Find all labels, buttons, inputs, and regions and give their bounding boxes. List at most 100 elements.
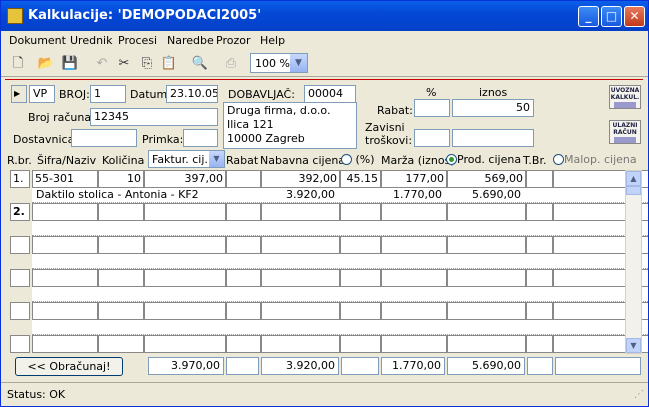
paste-icon[interactable]: 📋 bbox=[160, 55, 178, 73]
tbr-cell[interactable] bbox=[526, 302, 553, 320]
rabat-iznos-field[interactable]: 50 bbox=[452, 99, 534, 117]
rabat-cell[interactable] bbox=[226, 302, 261, 320]
rabat-cell[interactable] bbox=[226, 170, 261, 188]
faktur-cell[interactable]: 397,00 bbox=[144, 170, 226, 188]
nabavna-cell[interactable] bbox=[261, 302, 340, 320]
close-button[interactable]: ✕ bbox=[624, 6, 645, 27]
rabat-cell[interactable] bbox=[226, 203, 261, 221]
obracunaj-button[interactable]: << Obračunaj! bbox=[15, 357, 123, 376]
rabat-cell[interactable] bbox=[226, 269, 261, 287]
open-folder-icon[interactable]: 📂 bbox=[37, 55, 55, 73]
marza-percent-cell[interactable] bbox=[340, 236, 381, 254]
nabavna-cell[interactable]: 392,00 bbox=[261, 170, 340, 188]
prod-cell[interactable]: 569,00 bbox=[447, 170, 526, 188]
faktur-cell[interactable] bbox=[144, 236, 226, 254]
kolicina-cell[interactable] bbox=[98, 302, 144, 320]
sifra-cell[interactable] bbox=[32, 302, 98, 320]
faktur-cell[interactable] bbox=[144, 335, 226, 353]
chevron-down-icon[interactable]: ▼ bbox=[290, 54, 307, 72]
rabat-cell[interactable] bbox=[226, 236, 261, 254]
marza-percent-cell[interactable] bbox=[340, 335, 381, 353]
menu-help[interactable]: Help bbox=[260, 34, 285, 47]
kolicina-cell[interactable] bbox=[98, 203, 144, 221]
marza-iznos-cell[interactable] bbox=[381, 269, 447, 287]
faktur-cell[interactable] bbox=[144, 269, 226, 287]
menu-prozor[interactable]: Prozor bbox=[216, 34, 250, 47]
uvozna-kalkulacija-button[interactable]: UVOZNA KALKUL. bbox=[609, 85, 641, 109]
marza-percent-radio[interactable]: (%) bbox=[341, 153, 375, 166]
dostavnica-field[interactable] bbox=[71, 129, 137, 147]
zavisni-iznos-field[interactable] bbox=[452, 129, 534, 147]
menu-naredbe[interactable]: Naredbe bbox=[167, 34, 214, 47]
sifra-cell[interactable] bbox=[32, 335, 98, 353]
minimize-button[interactable]: _ bbox=[578, 6, 599, 27]
marza-iznos-cell[interactable] bbox=[381, 236, 447, 254]
menu-procesi[interactable]: Procesi bbox=[118, 34, 157, 47]
print-icon[interactable]: ⎙ bbox=[222, 55, 240, 73]
new-document-icon[interactable]: 🗋 bbox=[9, 55, 27, 73]
marza-iznos-cell[interactable] bbox=[381, 335, 447, 353]
vertical-scrollbar[interactable]: ▲ ▼ bbox=[625, 170, 642, 354]
kolicina-cell[interactable]: 10 bbox=[98, 170, 144, 188]
tbr-cell[interactable] bbox=[526, 236, 553, 254]
title-bar[interactable]: Kalkulacije: 'DEMOPODACI2005' _ □ ✕ bbox=[1, 1, 648, 31]
tbr-cell[interactable] bbox=[526, 203, 553, 221]
find-icon[interactable]: 🔍 bbox=[191, 55, 209, 73]
kolicina-cell[interactable] bbox=[98, 269, 144, 287]
copy-icon[interactable]: ⎘ bbox=[138, 55, 156, 73]
cut-icon[interactable]: ✂ bbox=[115, 55, 133, 73]
zavisni-percent-field[interactable] bbox=[414, 129, 450, 147]
menu-urednik[interactable]: Urednik bbox=[70, 34, 112, 47]
nabavna-cell[interactable] bbox=[261, 335, 340, 353]
malop-cijena-radio[interactable]: Malop. cijena bbox=[553, 153, 637, 166]
nabavna-cell[interactable] bbox=[261, 236, 340, 254]
marza-percent-cell[interactable] bbox=[340, 269, 381, 287]
broj-field[interactable]: 1 bbox=[90, 85, 126, 103]
prod-cell[interactable] bbox=[447, 302, 526, 320]
dobavljac-code-field[interactable]: 00004 bbox=[304, 85, 356, 103]
broj-racuna-field[interactable]: 12345 bbox=[90, 108, 218, 126]
sifra-cell[interactable] bbox=[32, 236, 98, 254]
nabavna-cell[interactable] bbox=[261, 269, 340, 287]
maximize-button[interactable]: □ bbox=[601, 6, 622, 27]
radio-icon[interactable] bbox=[553, 154, 564, 165]
sifra-cell[interactable]: 55-301 bbox=[32, 170, 98, 188]
marza-iznos-cell[interactable]: 177,00 bbox=[381, 170, 447, 188]
kolicina-cell[interactable] bbox=[98, 335, 144, 353]
rabat-cell[interactable] bbox=[226, 335, 261, 353]
tbr-cell[interactable] bbox=[526, 335, 553, 353]
primka-field[interactable] bbox=[183, 129, 218, 147]
faktur-cell[interactable] bbox=[144, 302, 226, 320]
radio-selected-icon[interactable] bbox=[446, 154, 457, 165]
scroll-thumb[interactable] bbox=[626, 186, 641, 195]
marza-percent-cell[interactable] bbox=[340, 302, 381, 320]
save-icon[interactable]: 💾 bbox=[61, 55, 79, 73]
zoom-select[interactable]: 100 % ▼ bbox=[250, 53, 308, 73]
doc-type-field[interactable]: VP bbox=[29, 85, 55, 103]
undo-icon[interactable]: ↶ bbox=[93, 55, 111, 73]
resize-grip-icon[interactable]: ⋰ bbox=[634, 389, 644, 400]
tbr-cell[interactable] bbox=[526, 170, 553, 188]
rabat-percent-field[interactable] bbox=[414, 99, 450, 117]
chevron-down-icon[interactable]: ▼ bbox=[209, 151, 224, 167]
marza-iznos-cell[interactable] bbox=[381, 203, 447, 221]
ulazni-racun-button[interactable]: ULAZNI RAČUN bbox=[609, 120, 641, 144]
tbr-cell[interactable] bbox=[526, 269, 553, 287]
prod-cijena-radio[interactable]: Prod. cijena bbox=[446, 153, 521, 166]
sifra-cell[interactable] bbox=[32, 269, 98, 287]
prod-cell[interactable] bbox=[447, 335, 526, 353]
scroll-up-icon[interactable]: ▲ bbox=[626, 171, 641, 186]
menu-dokument[interactable]: Dokument bbox=[9, 34, 66, 47]
kolicina-cell[interactable] bbox=[98, 236, 144, 254]
prod-cell[interactable] bbox=[447, 203, 526, 221]
prod-cell[interactable] bbox=[447, 269, 526, 287]
radio-icon[interactable] bbox=[341, 154, 352, 165]
faktur-cijena-select[interactable]: Faktur. cij. ▼ bbox=[148, 150, 225, 168]
nabavna-cell[interactable] bbox=[261, 203, 340, 221]
scroll-down-icon[interactable]: ▼ bbox=[626, 338, 641, 353]
faktur-cell[interactable] bbox=[144, 203, 226, 221]
marza-percent-cell[interactable] bbox=[340, 203, 381, 221]
sifra-cell[interactable] bbox=[32, 203, 98, 221]
marza-iznos-cell[interactable] bbox=[381, 302, 447, 320]
datum-field[interactable]: 23.10.05 bbox=[166, 85, 218, 103]
